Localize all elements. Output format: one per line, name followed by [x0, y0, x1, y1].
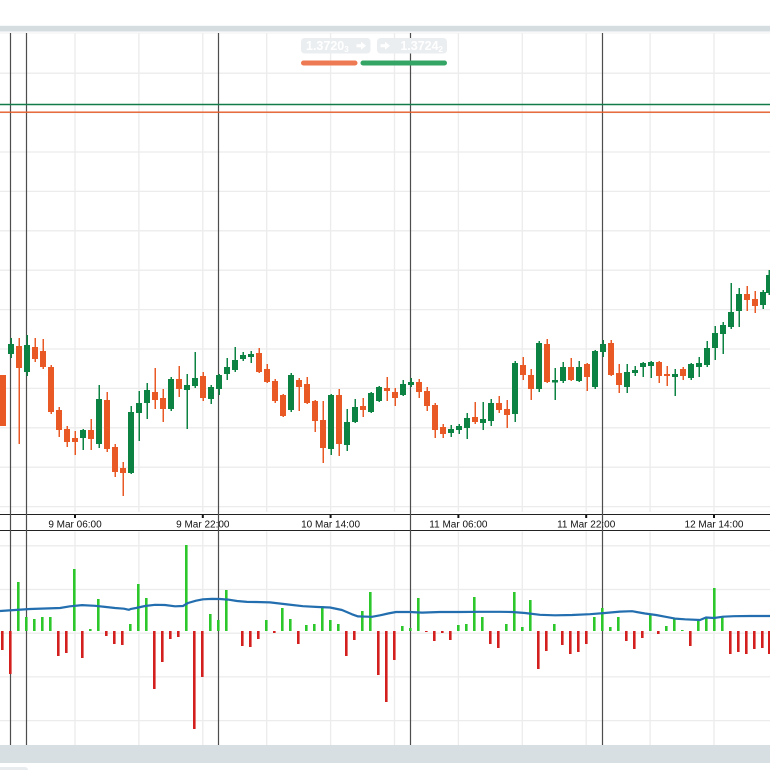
svg-text:12 Mar 14:00: 12 Mar 14:00: [685, 520, 744, 531]
svg-text:1.37203: 1.37203: [306, 39, 349, 54]
svg-text:10 Mar 14:00: 10 Mar 14:00: [301, 520, 360, 531]
svg-text:9 Mar 06:00: 9 Mar 06:00: [48, 520, 102, 531]
svg-text:9 Mar 22:00: 9 Mar 22:00: [176, 520, 230, 531]
svg-text:1.37242: 1.37242: [400, 39, 443, 54]
svg-text:11 Mar 06:00: 11 Mar 06:00: [429, 520, 488, 531]
svg-text:11 Mar 22:00: 11 Mar 22:00: [557, 520, 616, 531]
